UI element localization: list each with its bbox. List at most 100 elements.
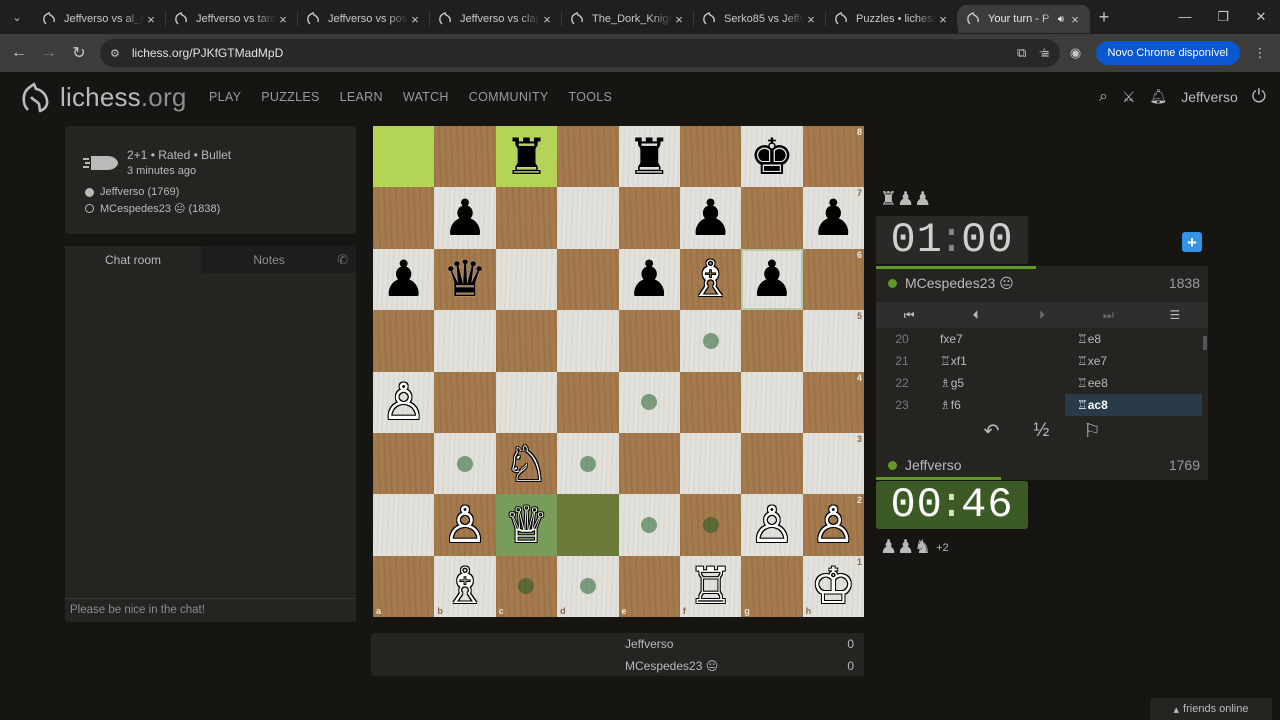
black-piece-h7[interactable]: ♟ <box>803 187 864 248</box>
square-g5[interactable] <box>741 310 803 372</box>
nav-play[interactable]: PLAY <box>209 90 241 104</box>
white-piece-h1[interactable]: ♔ <box>803 556 864 617</box>
black-piece-g6[interactable]: ♟ <box>741 249 802 310</box>
square-c7[interactable] <box>495 187 558 249</box>
browser-tab[interactable]: Your turn - P 🔊︎ × <box>958 5 1090 33</box>
chess-board[interactable]: ♜ ♜ ♚ 8 ♟ ♟ ♟ 7 ♟ ♛ ♟ ♗ ♟ 6 5 ♙ 4 ♘ 3 ♙ ♕ ♙ ♙ 2 a ♗ b c d e ♖ f g ♔ 1 h <box>373 126 864 617</box>
square-a1[interactable]: a <box>373 555 435 617</box>
square-a2[interactable] <box>373 494 435 556</box>
white-piece-f1[interactable]: ♖ <box>680 556 741 617</box>
square-b1[interactable]: ♗ b <box>434 555 496 617</box>
maximize-icon[interactable]: ❐ <box>1204 9 1242 25</box>
square-e6[interactable]: ♟ <box>618 248 680 311</box>
white-piece-f6[interactable]: ♗ <box>680 249 741 310</box>
square-c2[interactable]: ♕ <box>495 494 558 556</box>
black-piece-g8[interactable]: ♚ <box>741 126 802 187</box>
black-move[interactable]: ♖e8 <box>1065 332 1202 346</box>
white-piece-g2[interactable]: ♙ <box>741 494 802 555</box>
move-destination-dot[interactable] <box>579 578 596 595</box>
black-piece-a6[interactable]: ♟ <box>373 249 434 310</box>
close-tab-icon[interactable]: × <box>144 12 158 27</box>
square-b5[interactable] <box>434 310 496 372</box>
nav-puzzles[interactable]: PUZZLES <box>261 90 319 104</box>
white-move[interactable]: ♗f6 <box>928 398 1065 412</box>
update-chrome-button[interactable]: Novo Chrome disponível <box>1095 41 1240 65</box>
notification-bell-icon[interactable]: 🔔︎ <box>1149 88 1167 105</box>
new-tab-icon[interactable]: + <box>1090 7 1118 28</box>
black-piece-b7[interactable]: ♟ <box>434 187 495 248</box>
first-move-icon[interactable]: ⏮ <box>876 302 942 328</box>
white-player-line[interactable]: Jeffverso (1769) <box>85 186 179 198</box>
square-a3[interactable] <box>373 432 435 495</box>
bottom-player-row[interactable]: Jeffverso 1769 <box>876 450 1208 480</box>
tab-chat-room[interactable]: Chat room <box>65 246 202 273</box>
white-piece-a4[interactable]: ♙ <box>373 372 434 433</box>
square-b2[interactable]: ♙ <box>434 494 496 556</box>
add-time-button[interactable]: + <box>1182 232 1202 252</box>
close-tab-icon[interactable]: × <box>540 12 554 27</box>
minimize-icon[interactable]: — <box>1166 9 1204 25</box>
square-g3[interactable] <box>741 432 803 495</box>
square-d2[interactable] <box>557 494 619 556</box>
black-piece-c8[interactable]: ♜ <box>496 126 557 187</box>
square-h5[interactable]: 5 <box>802 310 864 372</box>
square-e3[interactable] <box>618 432 680 495</box>
square-h2[interactable]: ♙ 2 <box>802 494 864 556</box>
white-move[interactable]: ♗g5 <box>928 376 1065 390</box>
square-d8[interactable] <box>557 126 619 188</box>
close-tab-icon[interactable]: × <box>1068 12 1082 27</box>
square-a7[interactable] <box>373 187 435 249</box>
reload-icon[interactable]: ↻ <box>64 43 94 63</box>
square-e4[interactable] <box>618 371 680 433</box>
offer-draw-button[interactable]: ½ <box>1034 420 1050 442</box>
black-move[interactable]: ♖ee8 <box>1065 376 1202 390</box>
browser-tab[interactable]: Puzzles • lichess × <box>826 5 958 33</box>
square-h7[interactable]: ♟ 7 <box>802 187 864 249</box>
browser-tab[interactable]: Jeffverso vs posm × <box>298 5 430 33</box>
browser-tab[interactable]: Jeffverso vs al_a × <box>34 5 166 33</box>
square-d4[interactable] <box>557 371 619 433</box>
takeback-icon[interactable]: ↶ <box>984 420 1000 443</box>
square-f7[interactable]: ♟ <box>679 187 742 249</box>
white-piece-c3[interactable]: ♘ <box>496 433 557 494</box>
square-c4[interactable] <box>495 371 558 433</box>
nav-tools[interactable]: TOOLS <box>569 90 613 104</box>
install-app-icon[interactable]: ⧉ <box>1017 45 1026 61</box>
back-icon[interactable]: ← <box>4 44 34 62</box>
browser-tab[interactable]: The_Dork_Knight × <box>562 5 694 33</box>
close-tab-icon[interactable]: × <box>408 12 422 27</box>
move-destination-dot[interactable] <box>641 516 658 533</box>
white-move[interactable]: ♖xf1 <box>928 354 1065 368</box>
square-h6[interactable]: 6 <box>802 248 864 311</box>
power-icon[interactable]: ⏻ <box>1252 86 1266 107</box>
lichess-logo[interactable]: lichess.org <box>18 80 186 114</box>
square-g4[interactable] <box>741 371 803 433</box>
square-d3[interactable] <box>557 432 619 495</box>
nav-learn[interactable]: LEARN <box>340 90 383 104</box>
tab-search-icon[interactable]: ⌄ <box>0 0 34 34</box>
black-piece-b6[interactable]: ♛ <box>434 249 495 310</box>
square-e7[interactable] <box>618 187 680 249</box>
move-destination-dot[interactable] <box>702 332 719 349</box>
menu-icon[interactable]: ☰ <box>1142 302 1208 328</box>
square-f4[interactable] <box>679 371 742 433</box>
top-player-row[interactable]: MCespedes23 😐 1838 <box>876 268 1208 298</box>
close-tab-icon[interactable]: × <box>936 12 950 27</box>
last-move-icon[interactable]: ⏭ <box>1075 302 1141 328</box>
square-c1[interactable]: c <box>495 555 558 617</box>
moves-scrollbar[interactable] <box>1203 336 1207 350</box>
move-destination-dot[interactable] <box>579 455 596 472</box>
voice-chat-icon[interactable]: ✆ <box>337 246 356 273</box>
browser-tab[interactable]: Jeffverso vs clag × <box>430 5 562 33</box>
square-h8[interactable]: 8 <box>802 126 864 188</box>
prev-move-icon[interactable]: ⏴ <box>942 302 1008 328</box>
square-f5[interactable] <box>679 310 742 372</box>
square-a4[interactable]: ♙ <box>373 371 435 433</box>
close-tab-icon[interactable]: × <box>276 12 290 27</box>
media-control-icon[interactable]: ≡ <box>1036 46 1056 61</box>
black-piece-f7[interactable]: ♟ <box>680 187 741 248</box>
square-g2[interactable]: ♙ <box>741 494 803 556</box>
browser-tab[interactable]: Serko85 vs Jeffve × <box>694 5 826 33</box>
friends-online-button[interactable]: ▴ friends online <box>1150 698 1272 720</box>
address-bar[interactable]: ⚙ lichess.org/PJKfGTMadMpD ⧉ ☆ <box>100 39 1060 67</box>
